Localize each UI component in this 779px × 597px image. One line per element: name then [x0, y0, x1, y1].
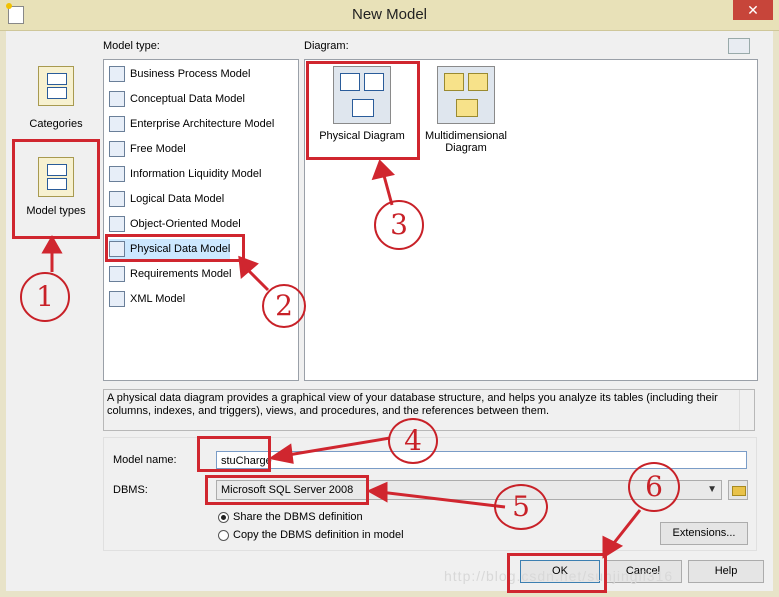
- arrow-4-head: [268, 443, 294, 464]
- annotation-number-3: 3: [374, 200, 424, 250]
- arrow-5: [379, 490, 506, 509]
- annotation-number-6: 6: [628, 462, 680, 512]
- annotation-number-4: 4: [388, 418, 438, 464]
- arrow-3-head: [371, 159, 395, 181]
- annotation-number-1: 1: [20, 272, 70, 322]
- arrow-4: [281, 436, 391, 458]
- annotation-number-5: 5: [494, 484, 548, 530]
- arrow-1-head: [41, 234, 63, 254]
- arrow-2-head: [238, 255, 259, 279]
- arrow-5-head: [366, 481, 388, 503]
- annotation-number-2: 2: [262, 284, 306, 328]
